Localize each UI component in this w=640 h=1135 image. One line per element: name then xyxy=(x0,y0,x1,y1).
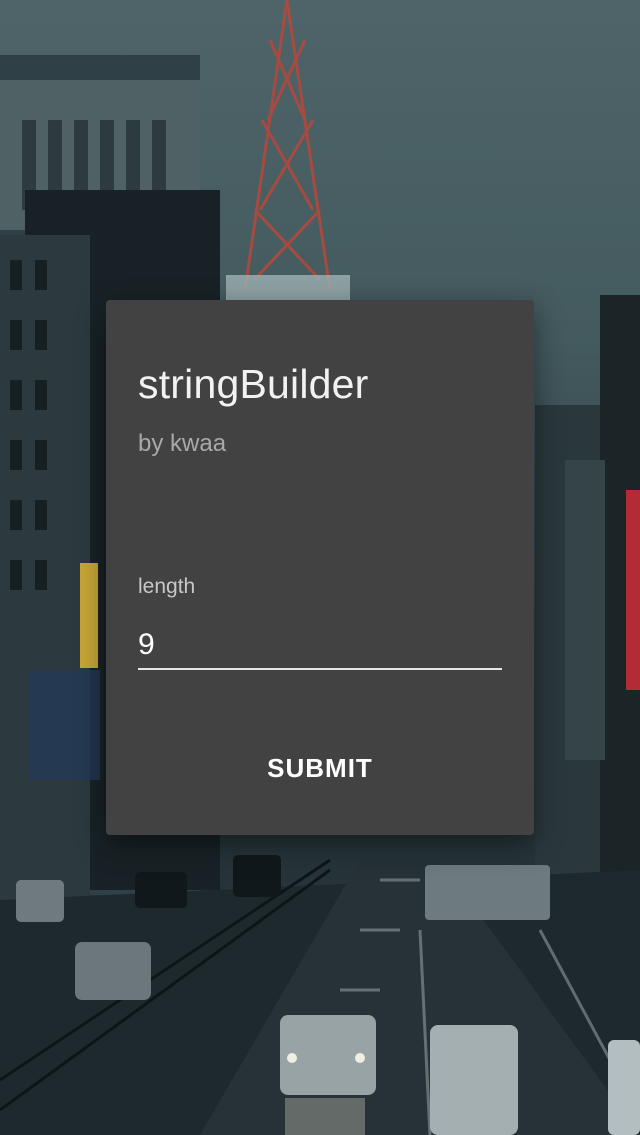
author-subtitle: by kwaa xyxy=(138,430,227,457)
app-title: stringBuilder xyxy=(138,361,369,407)
submit-button[interactable]: SUBMIT xyxy=(220,740,420,796)
length-label: length xyxy=(138,575,196,598)
length-input[interactable] xyxy=(138,622,502,670)
background-photo: stringBuilder by kwaa length SUBMIT xyxy=(0,0,640,1135)
builder-card: stringBuilder by kwaa length SUBMIT xyxy=(106,300,534,835)
